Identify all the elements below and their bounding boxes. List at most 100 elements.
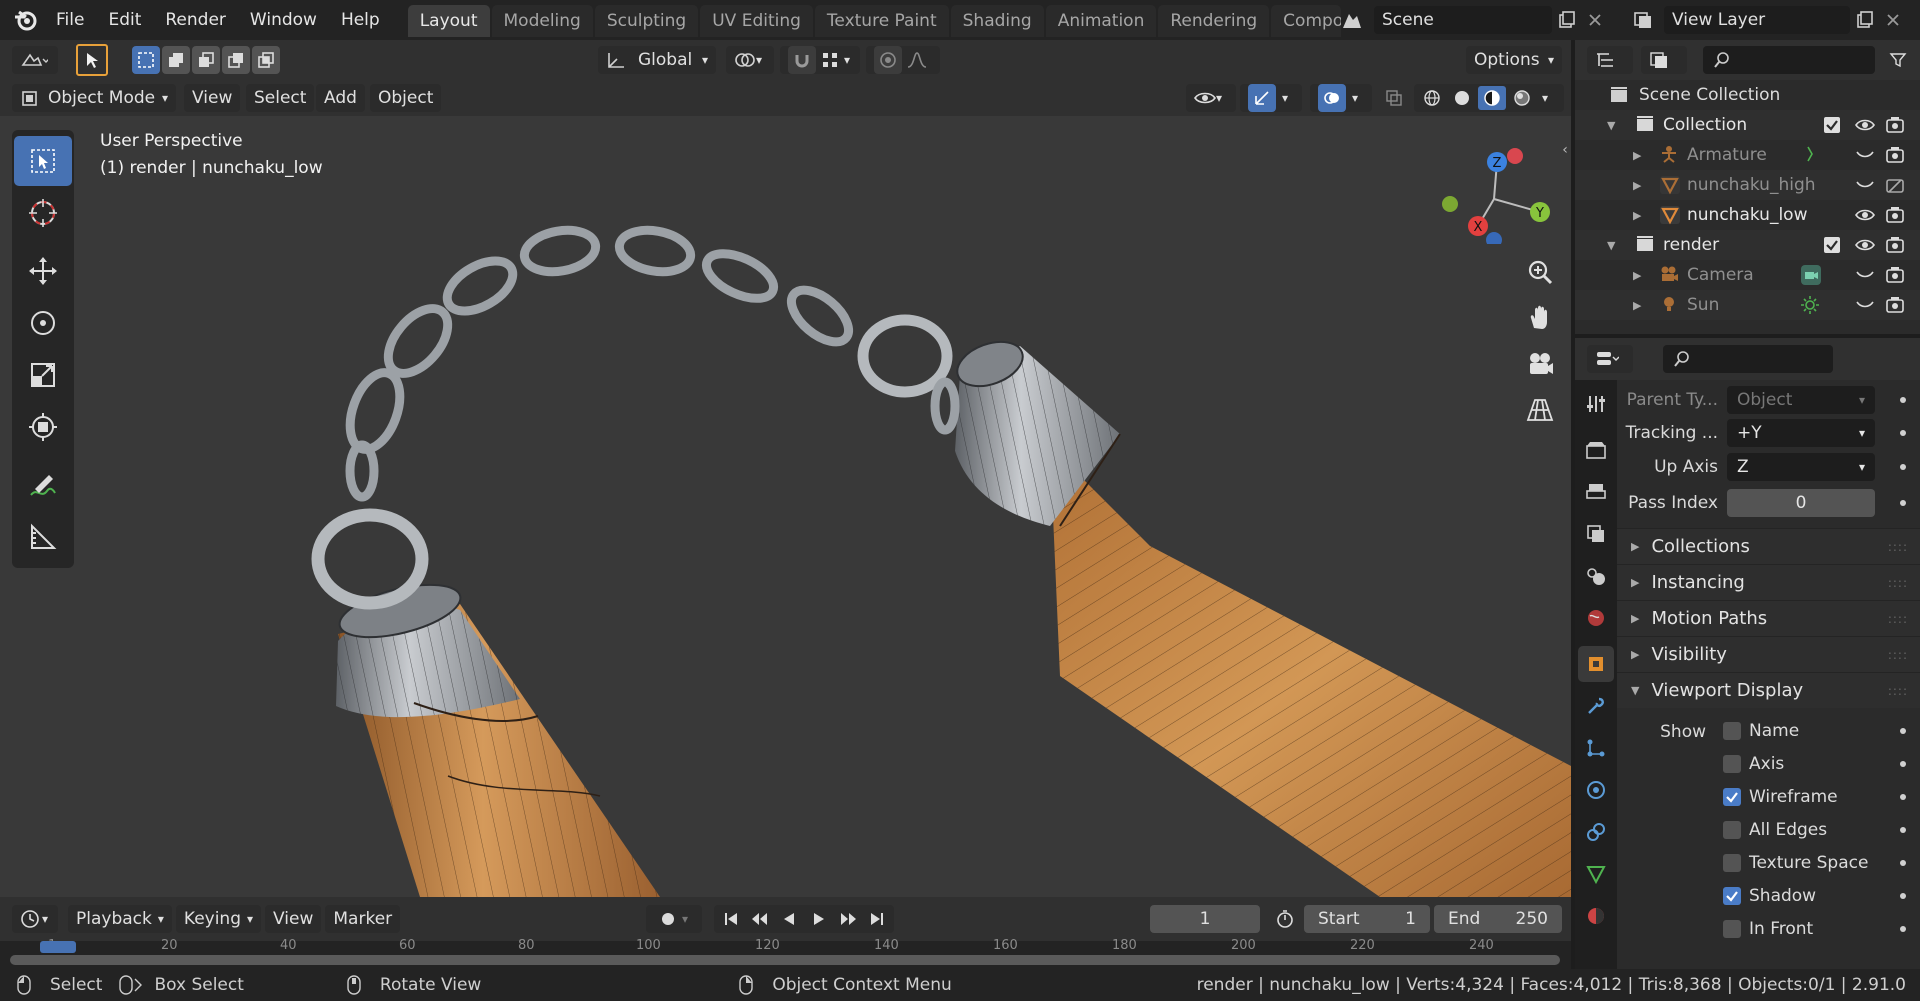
material-properties-icon[interactable] [1578,898,1614,934]
tab-modeling[interactable]: Modeling [491,5,593,37]
menu-window[interactable]: Window [238,0,329,40]
outliner-item[interactable]: ▼ render [1575,230,1920,260]
outliner-item[interactable]: ▶ nunchaku_high [1575,170,1920,200]
physics-properties-icon[interactable] [1578,772,1614,808]
view-layer-name-field[interactable]: View Layer [1664,6,1850,34]
overlay-toggle-icon[interactable] [1318,84,1346,112]
transform-tool-icon[interactable] [14,402,72,452]
outliner-editor-type-icon[interactable] [1587,46,1633,74]
checkbox-row[interactable]: Wireframe [1617,780,1920,813]
scene-properties-icon[interactable] [1578,558,1614,594]
shading-material-icon[interactable] [1478,86,1506,110]
render-camera-icon[interactable] [1885,116,1905,134]
stopwatch-icon[interactable] [1270,905,1300,933]
shading-wireframe-icon[interactable] [1418,86,1446,110]
play-icon[interactable] [806,906,832,932]
tab-uv-editing[interactable]: UV Editing [700,5,813,37]
keyframe-dot-icon[interactable] [1900,430,1906,436]
drag-handle-icon[interactable]: :::: [1888,540,1908,554]
menu-file[interactable]: File [44,0,96,40]
record-icon[interactable] [654,905,682,933]
current-frame-field[interactable]: 1 [1150,905,1260,933]
menu-timeline-view[interactable]: View [265,905,322,933]
disclosure-open-icon[interactable]: ▼ [1607,119,1615,132]
render-camera-icon[interactable] [1885,236,1905,254]
timeline-ruler[interactable]: 120406080100120140160180200220240 [0,938,1571,969]
menu-keying[interactable]: Keying ▾ [175,905,262,933]
cursor-tool-icon[interactable] [14,188,72,238]
exclude-checkbox[interactable] [1823,236,1841,254]
drag-handle-icon[interactable]: :::: [1888,576,1908,590]
menu-view[interactable]: View [184,84,241,112]
hidden-eye-icon[interactable] [1855,298,1875,312]
3d-viewport[interactable]: User Perspective (1) render | nunchaku_l… [0,116,1571,897]
armature-data-icon[interactable] [1805,145,1819,163]
checkbox-unchecked[interactable] [1723,919,1741,938]
select-subtract-icon[interactable] [192,46,220,74]
checkbox-row[interactable]: Texture Space [1617,846,1920,879]
tab-shading[interactable]: Shading [950,5,1044,37]
snap-magnet-icon[interactable] [788,46,816,74]
sidebar-toggle-icon[interactable]: ‹ [1558,140,1571,160]
tab-sculpting[interactable]: Sculpting [594,5,699,37]
new-view-layer-icon[interactable] [1850,6,1880,34]
render-camera-icon[interactable] [1885,206,1905,224]
panel-header[interactable]: ▶ Visibility:::: [1617,636,1920,672]
gizmo-y-neg[interactable] [1442,196,1458,212]
data-properties-icon[interactable] [1578,856,1614,892]
outliner-item[interactable]: ▼ Collection [1575,110,1920,140]
checkbox-unchecked[interactable] [1723,820,1741,839]
active-tool-select-icon[interactable] [76,44,108,76]
options-dropdown[interactable]: Options ▾ [1466,46,1562,74]
object-properties-icon[interactable] [1578,646,1614,682]
exclude-checkbox[interactable] [1823,116,1841,134]
gizmo-x-neg[interactable] [1507,148,1523,164]
jump-end-icon[interactable] [864,906,890,932]
checkbox-unchecked[interactable] [1723,721,1741,740]
checkbox-checked[interactable] [1723,787,1741,806]
filter-icon[interactable] [1883,46,1913,74]
menu-object[interactable]: Object [370,84,442,112]
editor-type-icon[interactable] [12,46,58,74]
measure-tool-icon[interactable] [14,512,72,562]
panel-header[interactable]: ▼ Viewport Display:::: [1617,672,1920,708]
xray-toggle-icon[interactable] [1380,84,1408,112]
outliner-item[interactable]: ▶ Sun [1575,290,1920,320]
eye-icon[interactable] [1855,238,1875,252]
jump-keyframe-forward-icon[interactable] [835,906,861,932]
tab-animation[interactable]: Animation [1045,5,1157,37]
properties-search-field[interactable] [1663,345,1833,373]
new-scene-icon[interactable] [1552,6,1582,34]
view-layer-icon[interactable] [1624,6,1664,34]
constraints-properties-icon[interactable] [1578,814,1614,850]
start-frame-field[interactable]: Start 1 [1304,905,1430,933]
disclosure-closed-icon[interactable]: ▶ [1633,299,1641,312]
checkbox-checked[interactable] [1723,886,1741,905]
delete-view-layer-icon[interactable] [1880,6,1906,34]
panel-header[interactable]: ▶ Motion Paths:::: [1617,600,1920,636]
keyframe-dot-icon[interactable] [1900,925,1906,932]
disclosure-closed-icon[interactable]: ▶ [1633,179,1641,192]
render-camera-icon[interactable] [1885,146,1905,164]
outliner-search-field[interactable] [1703,46,1875,74]
proportional-editing-icon[interactable] [874,46,902,74]
jump-start-icon[interactable] [718,906,744,932]
keyframe-dot-icon[interactable] [1900,793,1906,800]
light-data-icon[interactable] [1800,295,1820,315]
hidden-eye-icon[interactable] [1855,148,1875,162]
visibility-dropdown[interactable]: ▾ [1186,84,1236,112]
pan-hand-icon[interactable] [1518,296,1562,340]
current-frame-indicator[interactable] [40,941,76,953]
checkbox-unchecked[interactable] [1723,853,1741,872]
keyframe-dot-icon[interactable] [1900,826,1906,833]
tab-texture-paint[interactable]: Texture Paint [814,5,949,37]
display-mode-icon[interactable] [1641,46,1687,74]
keyframe-dot-icon[interactable] [1900,500,1906,506]
modifier-properties-icon[interactable] [1578,688,1614,724]
camera-data-icon[interactable] [1800,264,1822,286]
menu-edit[interactable]: Edit [96,0,153,40]
keyframe-dot-icon[interactable] [1900,760,1906,767]
timeline-editor-type-icon[interactable]: ▾ [12,905,58,933]
menu-select[interactable]: Select [246,84,315,112]
select-intersect-icon[interactable] [252,46,280,74]
